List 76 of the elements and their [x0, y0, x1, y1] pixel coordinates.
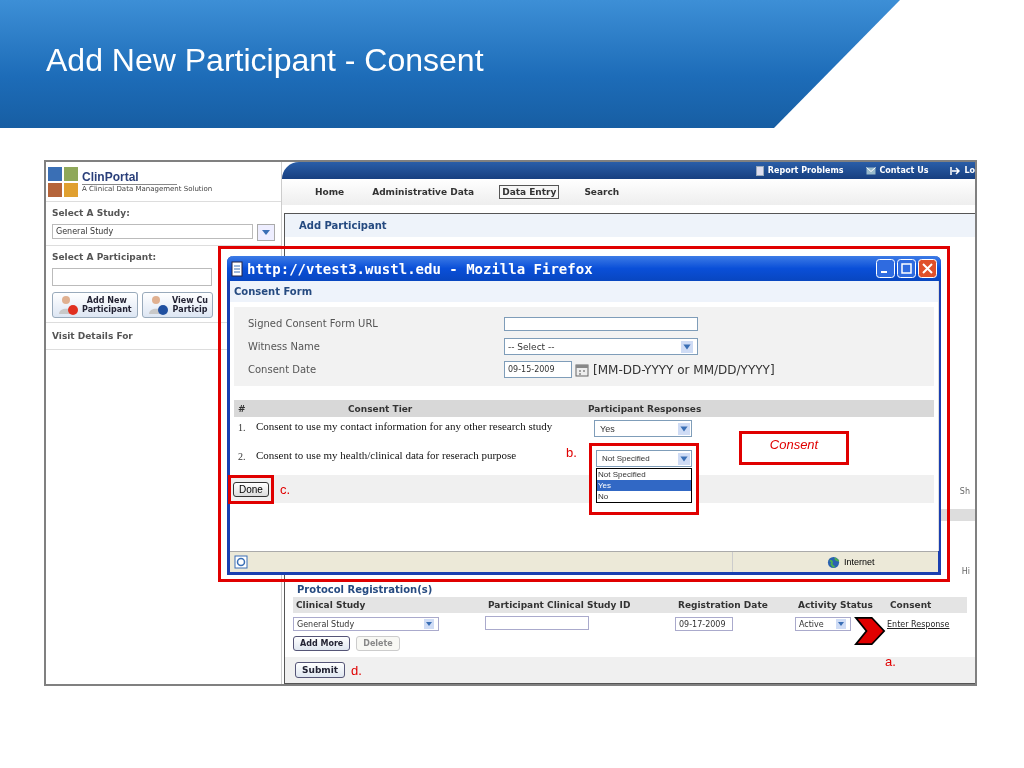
- column-header: Activity Status: [797, 600, 874, 610]
- dropdown-icon: [836, 619, 846, 629]
- calendar-icon[interactable]: [575, 362, 589, 377]
- close-button[interactable]: [918, 259, 937, 278]
- dropdown-icon: [678, 422, 690, 435]
- tier-number: 2.: [237, 450, 247, 462]
- nav-menu[interactable]: Administrative Data: [369, 185, 478, 200]
- participant-button[interactable]: View Cu Particip: [142, 292, 213, 318]
- exit-icon: [950, 165, 961, 176]
- slide-title: Add New Participant - Consent: [45, 41, 484, 79]
- column-header: Participant Responses: [588, 403, 702, 414]
- response-select[interactable]: Yes: [594, 420, 692, 437]
- panel-heading: Add Participant: [285, 214, 975, 237]
- registration-date-field[interactable]: 09-17-2009: [675, 617, 733, 631]
- dropdown-button[interactable]: [257, 224, 275, 241]
- annotation-label: d.: [351, 662, 362, 678]
- consent-callout: Consent: [739, 431, 849, 465]
- date-format-hint: [MM-DD-YYYY or MM/DD/YYYY]: [593, 362, 775, 377]
- dropdown-option[interactable]: Yes: [597, 480, 691, 491]
- participant-label: Select A Participant:: [52, 252, 158, 262]
- tier-text: Consent to use my health/clinical data for reserach purpose: [256, 449, 517, 462]
- minimize-button[interactable]: [876, 259, 895, 278]
- study-field[interactable]: General Study: [52, 224, 253, 239]
- form-heading: Consent Form: [230, 281, 938, 302]
- dropdown-option[interactable]: No: [597, 491, 691, 502]
- tier-number: 1.: [237, 421, 247, 433]
- study-select[interactable]: General Study: [293, 617, 439, 631]
- maximize-button[interactable]: [897, 259, 916, 278]
- nav-menu[interactable]: Search: [581, 185, 623, 200]
- edge-label: Sh: [958, 487, 971, 496]
- dropdown-icon: [681, 340, 693, 353]
- done-button[interactable]: Done: [233, 481, 269, 497]
- field-label: Consent Date: [247, 364, 318, 375]
- section-heading: Protocol Registration(s): [296, 584, 434, 596]
- page-icon: [234, 555, 248, 569]
- envelope-icon: [865, 166, 876, 175]
- status-select[interactable]: Active: [795, 617, 851, 631]
- date-field[interactable]: 09-15-2009: [504, 361, 572, 378]
- top-bar: Report Problems Contact Us Lo: [282, 162, 975, 180]
- column-header: Consent Tier: [347, 403, 414, 414]
- edge-label: Hi: [960, 567, 971, 576]
- dropdown-option[interactable]: Not Specified: [597, 469, 691, 480]
- annotation-label: c.: [279, 481, 291, 497]
- witness-select[interactable]: -- Select --: [504, 338, 698, 355]
- study-label: Select A Study:: [52, 208, 131, 218]
- nav-menu[interactable]: Home: [312, 185, 348, 200]
- dropdown-icon: [424, 619, 434, 629]
- logo-icon: [48, 166, 78, 197]
- study-id-field[interactable]: [485, 616, 589, 630]
- column-header: Registration Date: [677, 600, 769, 610]
- url-field[interactable]: [504, 316, 698, 331]
- person-icon: [147, 294, 169, 316]
- participant-button[interactable]: Add New Participant: [52, 292, 138, 318]
- column-header: Consent: [889, 600, 933, 610]
- enter-response-link[interactable]: Enter Response: [887, 620, 950, 629]
- nav-menu[interactable]: Data Entry: [499, 185, 560, 200]
- arrow-icon: [854, 616, 886, 646]
- window-title: http://vtest3.wustl.edu - Mozilla Firefox: [247, 260, 593, 277]
- globe-icon: [827, 555, 840, 569]
- column-header: #: [237, 403, 247, 414]
- column-header: Clinical Study: [295, 600, 367, 610]
- annotation-label: b.: [566, 445, 577, 460]
- person-icon: [57, 294, 79, 316]
- dropdown-icon: [678, 452, 690, 465]
- document-icon: [755, 165, 764, 176]
- caret-icon: [262, 230, 270, 235]
- zone-label: Internet: [844, 557, 876, 567]
- submit-button[interactable]: Submit: [295, 662, 346, 678]
- participant-field[interactable]: [52, 268, 212, 286]
- response-select[interactable]: Not Specified: [596, 450, 692, 467]
- page-icon: [231, 260, 243, 277]
- tier-text: Consent to use my contact information for any other research study: [256, 420, 553, 433]
- logo-name: ClinPortal: [82, 170, 177, 185]
- column-header: Participant Clinical Study ID: [487, 600, 632, 610]
- add-more-button[interactable]: Add More: [293, 636, 351, 651]
- annotation-label: a.: [885, 654, 896, 669]
